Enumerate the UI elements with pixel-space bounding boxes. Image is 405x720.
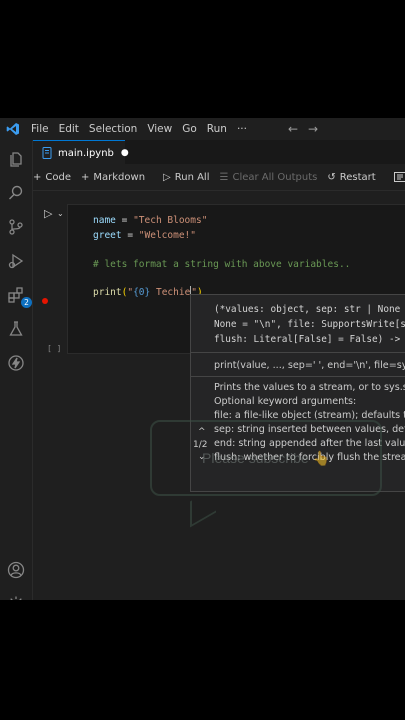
title-bar: File Edit Selection View Go Run ··· ← → — [0, 118, 405, 140]
tab-label: main.ipynb — [58, 147, 114, 159]
unsaved-dot-icon[interactable]: ● — [121, 148, 129, 158]
subscribe-text: Please subscribe 👆 — [202, 449, 330, 466]
clear-outputs-icon: ☰ — [219, 171, 229, 183]
forward-arrow-icon[interactable]: → — [308, 122, 318, 136]
extensions-badge: 2 — [21, 297, 32, 308]
remote-lightning-icon[interactable] — [5, 352, 27, 374]
menu-selection[interactable]: Selection — [84, 123, 142, 135]
extensions-icon[interactable]: 2 — [5, 284, 32, 308]
doc-line-1: Prints the values to a stream, or to sys… — [214, 382, 405, 393]
menu-run[interactable]: Run — [202, 123, 232, 135]
notebook-toolbar: + Code + Markdown ▷ Run All ☰ Clear All Outp… — [33, 164, 405, 191]
notebook-file-icon — [42, 147, 52, 159]
chevron-down-icon[interactable]: ⌄ — [57, 209, 64, 218]
subscribe-overlay: Please subscribe 👆 — [150, 420, 382, 496]
popup-divider — [191, 352, 405, 353]
clear-all-outputs-button[interactable]: ☰ Clear All Outputs — [220, 172, 318, 183]
tab-main-ipynb[interactable]: main.ipynb ● — [33, 140, 129, 165]
back-arrow-icon[interactable]: ← — [288, 122, 298, 136]
add-markdown-cell-button[interactable]: + Markdown — [81, 172, 145, 183]
plus-icon: + — [33, 171, 42, 183]
popup-divider — [191, 376, 405, 377]
code-line-comment: # lets format a string with above variab… — [93, 259, 351, 270]
search-icon[interactable] — [5, 182, 27, 204]
menu-go[interactable]: Go — [177, 123, 202, 135]
variables-icon[interactable] — [393, 171, 405, 183]
restart-button[interactable]: ↺ Restart — [327, 172, 375, 183]
plus-icon: + — [81, 171, 90, 183]
add-code-cell-button[interactable]: + Code — [33, 172, 71, 183]
menu-edit[interactable]: Edit — [54, 123, 84, 135]
run-all-button[interactable]: ▷ Run All — [163, 172, 209, 183]
signature-line-3: flush: Literal[False] = False) -> — [214, 334, 401, 345]
menu-view[interactable]: View — [142, 123, 177, 135]
code-line-2: greet = "Welcome!" — [93, 230, 196, 241]
call-signature: print(value, ..., sep=' ', end='\n', fil… — [214, 360, 405, 371]
restart-icon: ↺ — [327, 171, 336, 183]
doc-line-2: Optional keyword arguments: — [214, 396, 357, 407]
vscode-window: File Edit Selection View Go Run ··· ← → … — [0, 118, 405, 600]
vscode-logo-icon — [0, 118, 26, 140]
menu-file[interactable]: File — [26, 123, 54, 135]
execution-count: [ ] — [47, 344, 62, 353]
accounts-icon[interactable] — [5, 559, 27, 581]
source-control-icon[interactable] — [5, 216, 27, 238]
activity-bar: 2 — [0, 140, 33, 600]
testing-icon[interactable] — [5, 318, 27, 340]
code-line-1: name = "Tech Blooms" — [93, 215, 208, 226]
menu-more[interactable]: ··· — [232, 123, 252, 135]
manage-gear-icon[interactable] — [5, 593, 27, 600]
run-cell-icon[interactable]: ▷ — [44, 207, 52, 220]
run-debug-icon[interactable] — [5, 250, 27, 272]
breakpoint-dot-icon[interactable] — [42, 298, 48, 304]
play-outline-icon: ▷ — [163, 171, 171, 183]
signature-line-1: (*values: object, sep: str | None — [214, 304, 401, 315]
code-line-print: print("{0} Techie") — [93, 286, 203, 298]
editor-tabs: main.ipynb ● — [33, 140, 405, 165]
explorer-icon[interactable] — [5, 148, 27, 170]
signature-line-2: None = "\n", file: SupportsWrite[s — [214, 319, 405, 330]
